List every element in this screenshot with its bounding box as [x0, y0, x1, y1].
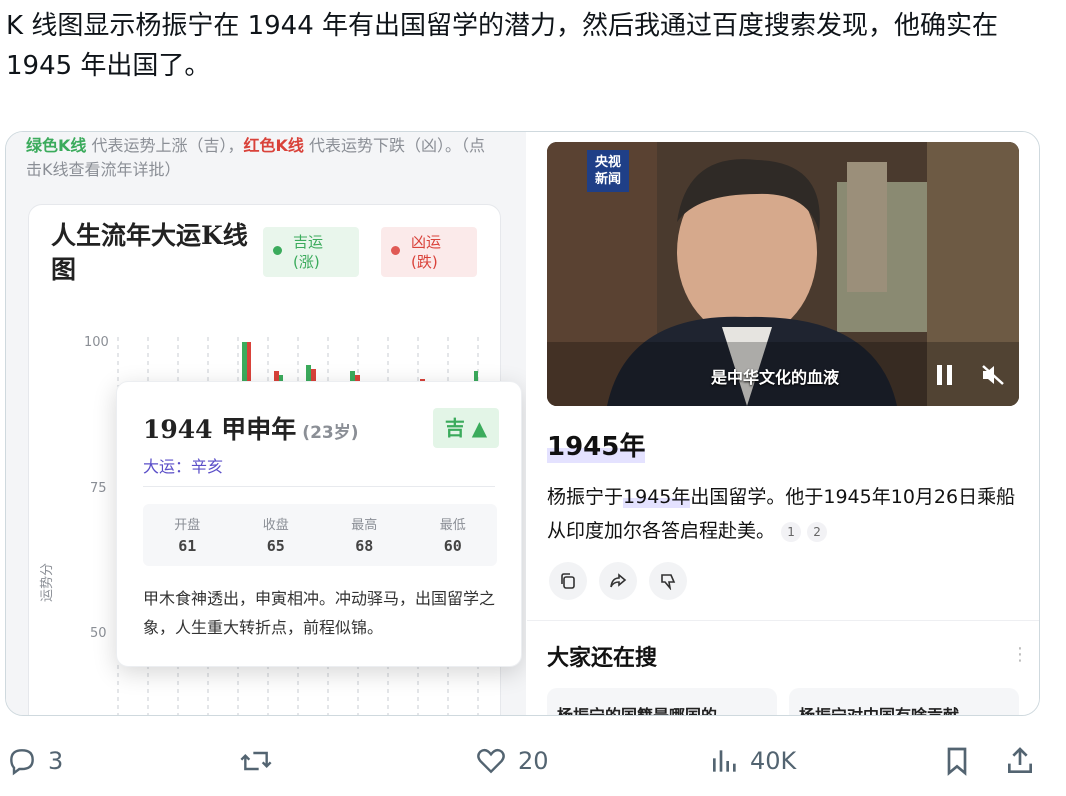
answer-title: 1945年	[547, 426, 646, 463]
stat-low: 最低 60	[409, 504, 498, 566]
popup-age: (23岁)	[302, 423, 359, 443]
share-button[interactable]	[1004, 738, 1036, 784]
also-searched-title: 大家还在搜	[547, 646, 658, 671]
legend-red: 红色K线	[243, 136, 304, 155]
video-player[interactable]: 央视新闻 是中华文化的血液	[547, 142, 1019, 406]
logo-line2: 新闻	[594, 172, 621, 187]
logo-line1: 央视	[594, 155, 621, 170]
legend-line: 绿色K线 代表运势上涨（吉），红色K线 代表运势下跌（凶）。（点击K线查看流年详…	[26, 134, 496, 182]
media-card[interactable]: 绿色K线 代表运势上涨（吉），红色K线 代表运势下跌（凶）。（点击K线查看流年详…	[5, 131, 1040, 716]
repost-icon	[240, 751, 272, 771]
stat-label: 开盘	[174, 518, 201, 533]
kline-screenshot: 绿色K线 代表运势上涨（吉），红色K线 代表运势下跌（凶）。（点击K线查看流年详…	[6, 132, 526, 715]
pill-good-line1: 吉运	[293, 233, 324, 251]
stat-label: 最低	[439, 518, 466, 533]
search-answer-screenshot: 央视 新闻 是中华文化的血液 1945年 杨振宁于1945年出国留学。他于1945…	[527, 132, 1039, 715]
views-button[interactable]: 40K	[710, 738, 796, 784]
pill-bad-line2: (跌)	[411, 253, 438, 271]
popup-year-text: 1944 甲申年	[143, 415, 297, 444]
upload-icon	[1008, 747, 1032, 773]
legend-green-desc: 代表运势上涨（吉），	[86, 136, 244, 155]
bookmark-icon	[947, 747, 967, 776]
citation-2[interactable]: 2	[807, 521, 828, 542]
reply-icon	[10, 749, 34, 776]
stat-label: 最高	[351, 518, 378, 533]
y-tick-50: 50	[90, 626, 107, 641]
stat-value: 61	[178, 537, 197, 555]
reply-count: 3	[48, 747, 64, 775]
like-button[interactable]: 20	[474, 738, 549, 784]
stat-value: 60	[443, 537, 462, 555]
popup-year: 1944 甲申年 (23岁)	[143, 410, 359, 446]
y-tick-75: 75	[90, 481, 107, 496]
popup-stats: 开盘 61 收盘 65 最高 68 最低 60	[143, 504, 497, 566]
cctv-news-logo: 央视 新闻	[587, 150, 629, 192]
pill-good-line2: (涨)	[293, 253, 320, 271]
related-search-2[interactable]: 杨振宁对中国有啥贡献	[789, 688, 1019, 715]
legend-green: 绿色K线	[26, 136, 87, 155]
divider	[527, 620, 1039, 621]
engagement-bar: 3 20 40K	[0, 738, 1066, 784]
green-dot-icon	[273, 246, 282, 255]
chart-title: 人生流年大运K线图	[51, 221, 248, 284]
answer-highlight: 1945年	[623, 486, 691, 508]
bookmark-button[interactable]	[942, 738, 972, 784]
legend-pill-good: 吉运 (涨)	[263, 227, 359, 277]
pill-bad-line1: 凶运	[411, 233, 442, 251]
share-icon[interactable]	[599, 562, 637, 600]
y-axis-title: 运势分	[40, 562, 55, 602]
stat-close: 收盘 65	[232, 504, 321, 566]
like-count: 20	[518, 747, 549, 775]
reply-button[interactable]: 3	[6, 738, 63, 784]
citation-1[interactable]: 1	[781, 521, 802, 542]
year-detail-popup: 1944 甲申年 (23岁) 吉 ▲ 大运：辛亥 开盘 61 收盘 65 最高 68 最…	[116, 381, 522, 667]
stat-high: 最高 68	[320, 504, 409, 566]
stat-value: 65	[266, 537, 285, 555]
tweet-text: K 线图显示杨振宁在 1944 年有出国留学的潜力，然后我通过百度搜索发现，他确…	[6, 11, 999, 81]
legend-pill-bad: 凶运 (跌)	[381, 227, 477, 277]
dislike-icon[interactable]	[649, 562, 687, 600]
copy-icon[interactable]	[549, 562, 587, 600]
answer-text: 杨振宁于1945年出国留学。他于1945年10月26日乘船从印度加尔各答启程赴美…	[547, 480, 1017, 548]
popup-description: 甲木食神透出，申寅相冲。冲动驿马，出国留学之象，人生重大转折点，前程似锦。	[143, 589, 496, 637]
answer-actions	[549, 562, 687, 600]
stat-label: 收盘	[262, 518, 289, 533]
heart-icon	[477, 748, 505, 774]
popup-divider	[143, 486, 495, 487]
related-search-1[interactable]: 杨振宁的国籍是哪国的	[547, 688, 777, 715]
more-icon[interactable]: ⋮	[1011, 644, 1029, 665]
popup-fortune-badge: 吉 ▲	[433, 408, 499, 448]
pause-icon[interactable]	[935, 364, 955, 391]
mute-icon[interactable]	[981, 364, 1005, 391]
stat-open: 开盘 61	[143, 504, 232, 566]
video-subtitle: 是中华文化的血液	[711, 368, 840, 387]
answer-text-a: 杨振宁于	[547, 486, 624, 508]
views-icon	[713, 750, 736, 772]
repost-button[interactable]	[238, 738, 274, 784]
red-dot-icon	[391, 246, 400, 255]
stat-value: 68	[355, 537, 374, 555]
view-count: 40K	[750, 747, 797, 775]
popup-dayun: 大运：辛亥	[143, 457, 224, 476]
